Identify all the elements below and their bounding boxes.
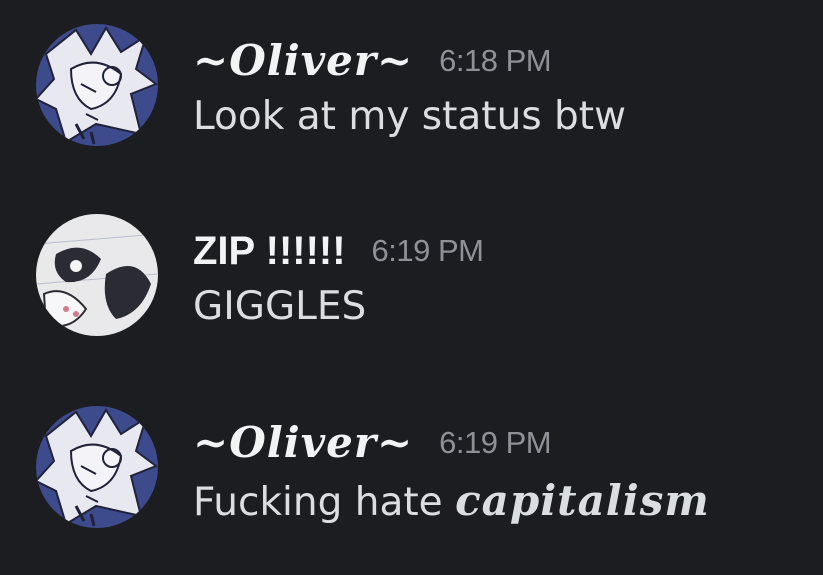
message-item: ZIP !!!!!! 6:19 PM GIGGLES <box>0 210 823 350</box>
message-header: ~Oliver~ 6:19 PM <box>193 416 552 470</box>
username[interactable]: ~Oliver~ <box>193 422 413 464</box>
message-text: GIGGLES <box>193 284 367 329</box>
avatar[interactable] <box>36 406 158 528</box>
username[interactable]: ZIP !!!!!! <box>193 231 346 271</box>
message-text: Look at my status btw <box>193 94 626 139</box>
avatar-image <box>36 24 158 146</box>
avatar-image <box>36 214 158 336</box>
message-header: ~Oliver~ 6:18 PM <box>193 34 552 88</box>
message-text: Fucking hate <box>193 480 456 525</box>
avatar[interactable] <box>36 214 158 336</box>
message-item: ~Oliver~ 6:18 PM Look at my status btw <box>0 20 823 160</box>
avatar[interactable] <box>36 24 158 146</box>
message-content: Fucking hate capitalism <box>193 476 710 525</box>
timestamp[interactable]: 6:19 PM <box>439 425 551 461</box>
avatar-image <box>36 406 158 528</box>
timestamp[interactable]: 6:19 PM <box>372 233 484 269</box>
timestamp[interactable]: 6:18 PM <box>439 43 551 79</box>
message-content: GIGGLES <box>193 284 367 329</box>
username[interactable]: ~Oliver~ <box>193 40 413 82</box>
message-item: ~Oliver~ 6:19 PM Fucking hate capitalism <box>0 402 823 542</box>
message-header: ZIP !!!!!! 6:19 PM <box>193 224 484 278</box>
message-text-styled: capitalism <box>455 476 710 525</box>
message-content: Look at my status btw <box>193 94 626 139</box>
